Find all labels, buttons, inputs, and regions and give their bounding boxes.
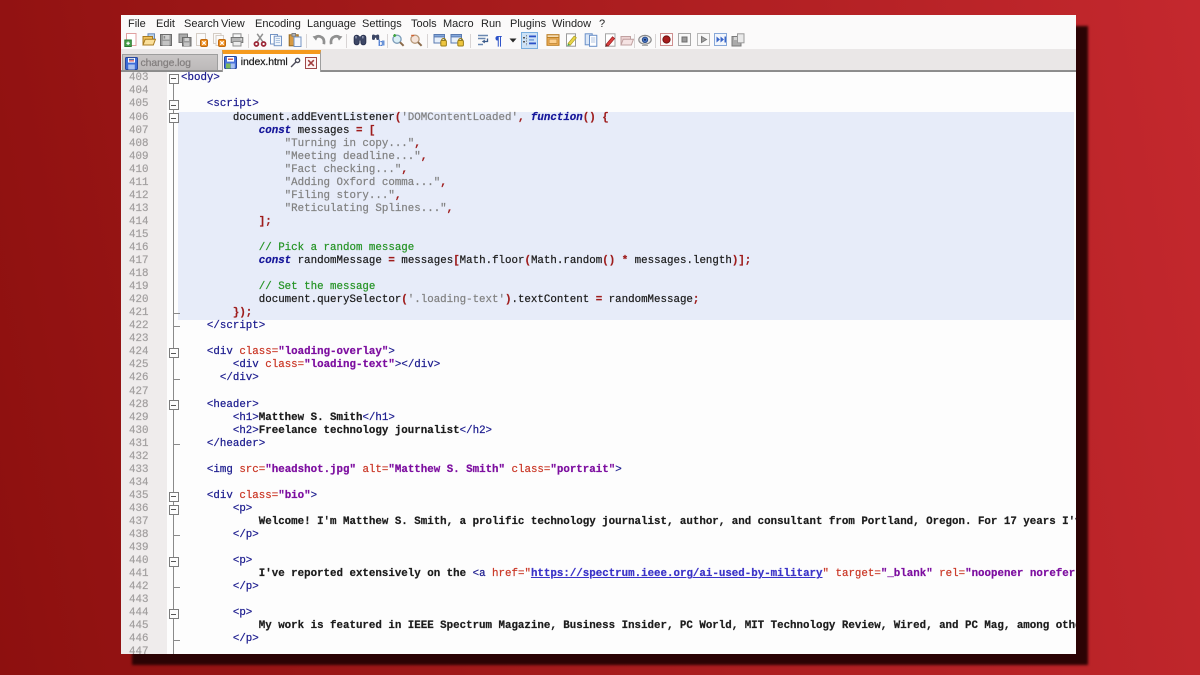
- svg-text:¶: ¶: [495, 33, 502, 47]
